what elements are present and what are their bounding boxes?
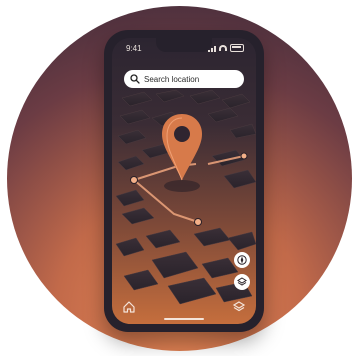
home-indicator <box>164 318 204 320</box>
status-bar: 9:41 <box>112 42 256 56</box>
status-time: 9:41 <box>126 44 142 53</box>
status-icons <box>208 44 244 52</box>
compass-icon <box>237 255 247 265</box>
compass-button[interactable] <box>234 252 250 268</box>
search-bar[interactable]: Search location <box>124 70 244 88</box>
phone-screen: 9:41 Search location <box>112 38 256 324</box>
layers-nav-icon[interactable] <box>232 300 246 314</box>
signal-icon <box>208 45 216 52</box>
home-icon[interactable] <box>122 300 136 314</box>
search-icon <box>130 74 140 84</box>
search-placeholder: Search location <box>144 74 200 84</box>
phone-frame: 9:41 Search location <box>104 30 264 332</box>
battery-icon <box>230 44 244 52</box>
layers-icon <box>237 277 247 286</box>
layers-button[interactable] <box>234 274 250 290</box>
wifi-icon <box>219 45 227 51</box>
